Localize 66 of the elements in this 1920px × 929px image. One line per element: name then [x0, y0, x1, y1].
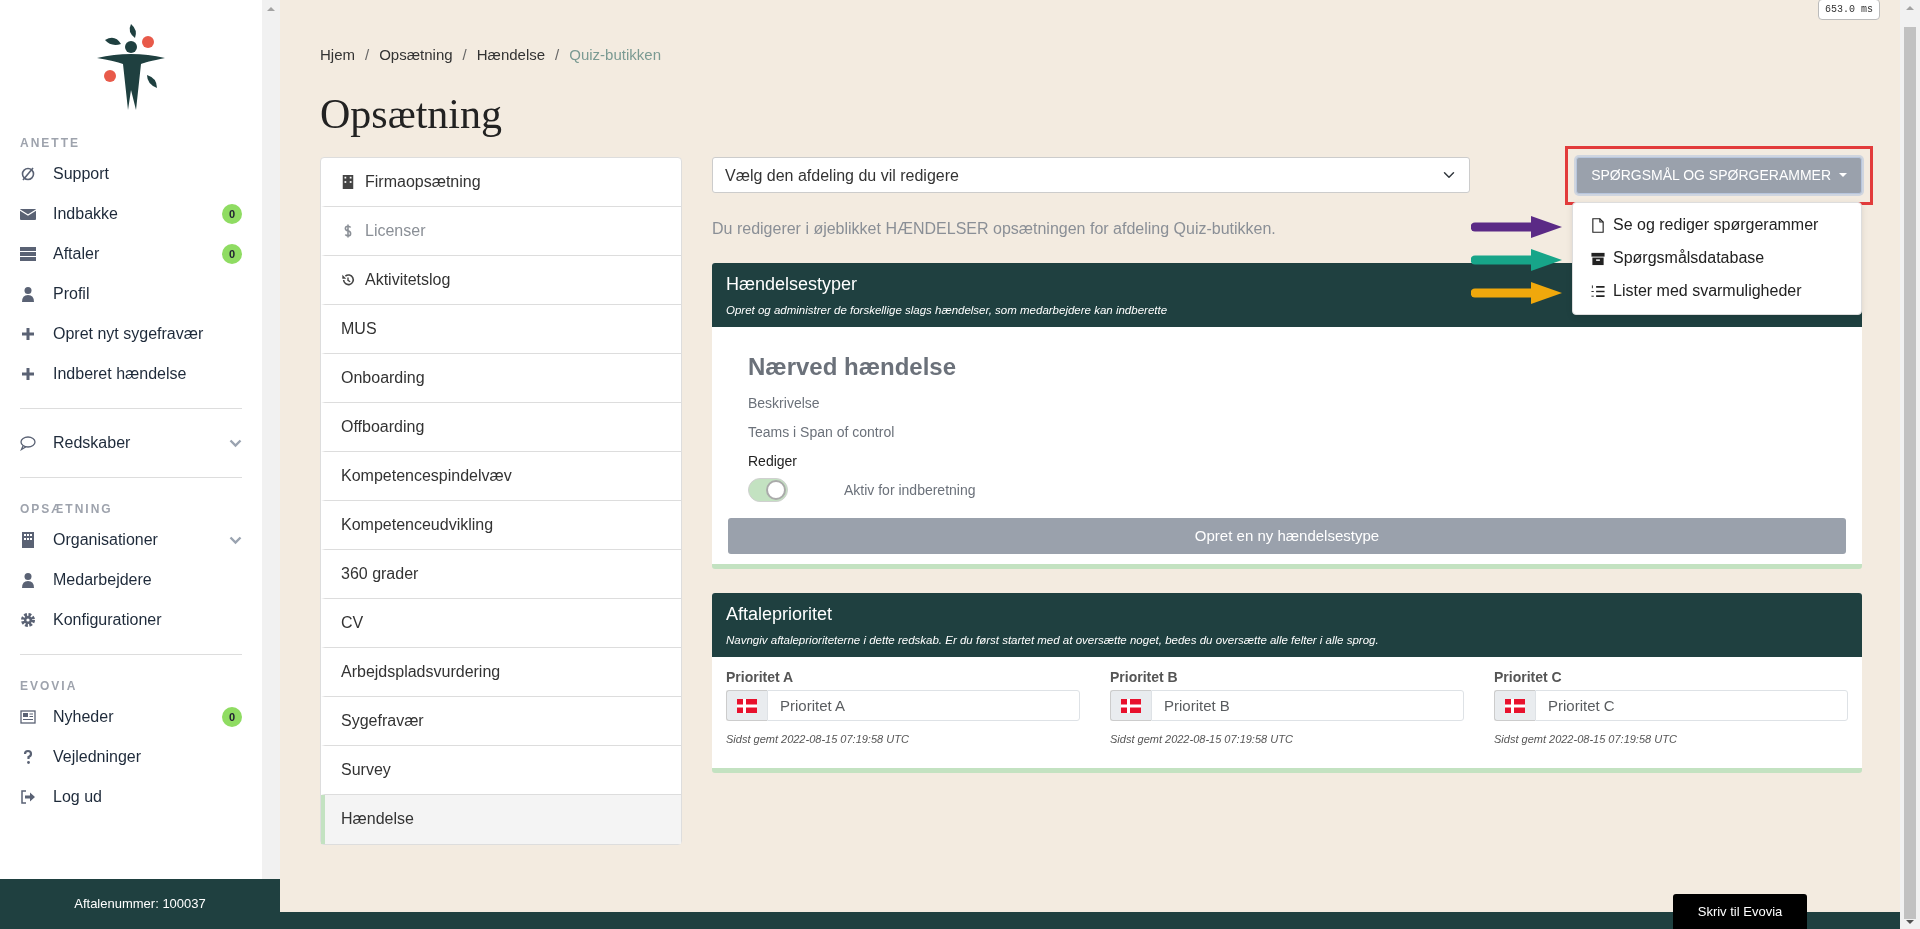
saved-timestamp: Sidst gemt 2022-08-15 07:19:58 UTC: [726, 732, 910, 748]
settings-menu-item[interactable]: MUS: [321, 304, 681, 354]
department-select[interactable]: Vælg den afdeling du vil redigere: [712, 156, 1470, 193]
sidebar-link[interactable]: Opret nyt sygefravær: [53, 322, 204, 346]
timing-badge: 653.0 ms: [1818, 0, 1880, 20]
contract-number: Aftalenummer: 100037: [0, 879, 280, 929]
settings-menu-item[interactable]: Hændelse: [321, 794, 681, 844]
card-subtitle: Navngiv aftaleprioriteterne i dette redskab. Er du først startet med at oversætte noget, bedes du oversætte alle felter i alle sprog.: [726, 633, 1379, 649]
settings-menu-item[interactable]: Arbejdspladsvurdering: [321, 647, 681, 697]
description-label: Beskrivelse: [748, 394, 821, 414]
breadcrumb-link[interactable]: Hændelse: [476, 44, 546, 67]
settings-menu-item[interactable]: Kompetencespindelvæv: [321, 451, 681, 501]
settings-menu-item[interactable]: CV: [321, 598, 681, 648]
settings-menu-item[interactable]: 360 grader: [321, 549, 681, 599]
sidebar-link[interactable]: Indberet hændelse: [53, 362, 187, 386]
sidebar-link[interactable]: Nyheder: [53, 705, 114, 729]
priority-input[interactable]: Prioritet B: [1151, 690, 1464, 722]
settings-menu-item[interactable]: Onboarding: [321, 353, 681, 403]
settings-menu-item[interactable]: Aktivitetslog: [321, 255, 681, 305]
sidebar-link[interactable]: Log ud: [53, 785, 102, 809]
dropdown-item[interactable]: Spørgsmålsdatabase: [1573, 241, 1861, 275]
settings-menu-item[interactable]: Offboarding: [321, 402, 681, 452]
breadcrumb-separator: /: [462, 45, 467, 65]
field-label: Prioritet B: [1110, 668, 1179, 688]
priority-input[interactable]: Prioritet C: [1535, 690, 1848, 722]
event-type-name: Nærved hændelse: [748, 352, 958, 383]
breadcrumb-separator: /: [555, 45, 560, 65]
saved-timestamp: Sidst gemt 2022-08-15 07:19:58 UTC: [1494, 732, 1678, 748]
priority-input[interactable]: Prioritet A: [767, 690, 1080, 722]
sidebar-link[interactable]: Aftaler: [53, 242, 100, 266]
breadcrumb-separator: /: [365, 45, 370, 65]
field-label: Prioritet C: [1494, 668, 1563, 688]
sidebar-link[interactable]: Support: [53, 162, 110, 186]
teams-text: Teams i Span of control: [748, 423, 896, 443]
breadcrumb-link[interactable]: Hjem: [320, 44, 355, 67]
field-label: Prioritet A: [726, 668, 795, 688]
sidebar-link[interactable]: Redskaber: [53, 431, 131, 455]
card-subtitle: Opret og administrer de forskellige slags hændelser, som medarbejdere kan indberette: [726, 302, 1168, 318]
settings-menu-item[interactable]: Survey: [321, 745, 681, 795]
sidebar-link[interactable]: Medarbejdere: [53, 568, 152, 592]
count-badge: 0: [221, 706, 242, 728]
page-title: Opsætning: [320, 89, 504, 139]
dropdown-item[interactable]: Lister med svarmuligheder: [1573, 274, 1861, 308]
dropdown-item[interactable]: Se og rediger spørgerammer: [1573, 208, 1861, 242]
section-heading: OPSÆTNING: [20, 501, 114, 518]
sidebar-link[interactable]: Konfigurationer: [53, 608, 162, 632]
section-heading: EVOVIA: [20, 678, 79, 695]
count-badge: 0: [221, 203, 242, 225]
count-badge: 0: [221, 243, 242, 265]
sidebar-link[interactable]: Organisationer: [53, 528, 158, 552]
chat-button[interactable]: Skriv til Evovia: [1673, 894, 1807, 929]
card-title: Aftaleprioritet: [726, 603, 833, 627]
card-title: Hændelsestyper: [726, 272, 858, 296]
breadcrumb-current: Quiz-butikken: [569, 45, 661, 65]
saved-timestamp: Sidst gemt 2022-08-15 07:19:58 UTC: [1110, 732, 1294, 748]
settings-menu-item[interactable]: Firmaopsætning: [321, 157, 681, 207]
sidebar-link[interactable]: Profil: [53, 282, 90, 306]
settings-menu-item[interactable]: Kompetenceudvikling: [321, 500, 681, 550]
section-heading: ANETTE: [20, 135, 81, 152]
sidebar-link[interactable]: Vejledninger: [53, 745, 142, 769]
sidebar-link[interactable]: Indbakke: [53, 202, 118, 226]
help-text: Du redigerer i øjeblikket HÆNDELSER opsætningen for afdeling Quiz-butikken.: [712, 218, 1277, 239]
settings-menu-item[interactable]: Sygefravær: [321, 696, 681, 746]
breadcrumb-link[interactable]: Opsætning: [379, 44, 453, 67]
toggle-label: Aktiv for indberetning: [844, 480, 976, 500]
edit-link[interactable]: Rediger: [748, 453, 798, 470]
